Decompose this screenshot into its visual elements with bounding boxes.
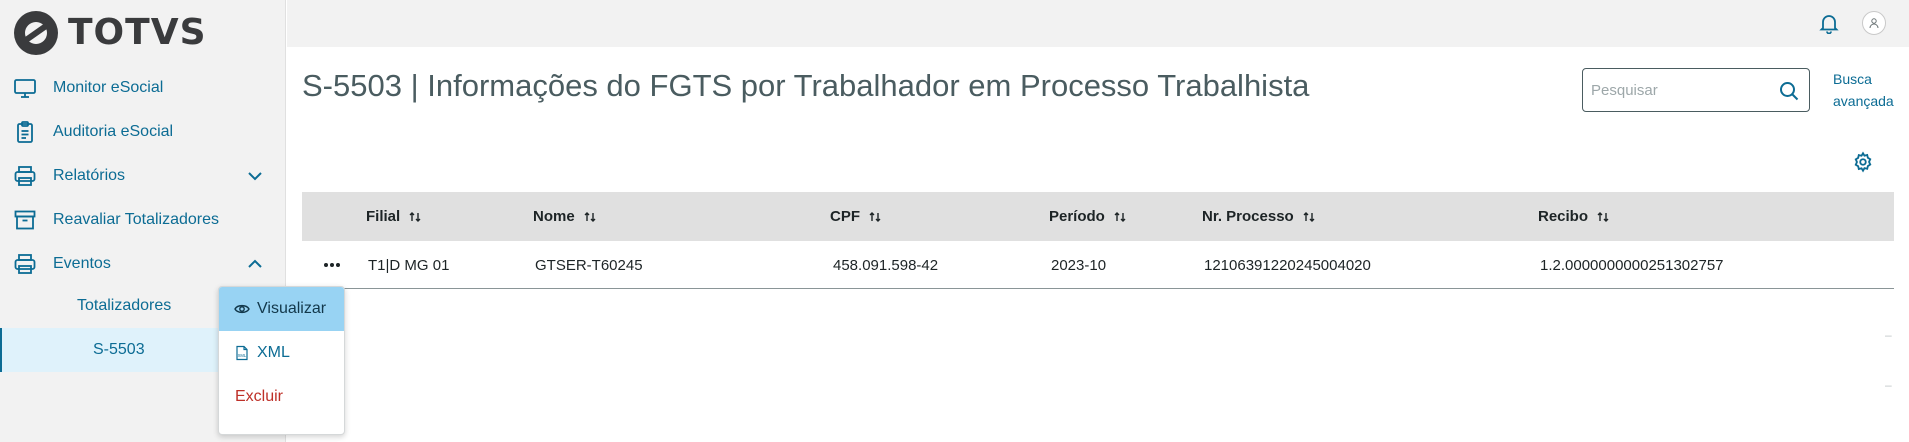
row-actions-menu: Visualizar XML XML Excluir	[218, 286, 345, 435]
column-header-nome[interactable]: Nome	[533, 192, 597, 241]
sort-icon	[1597, 211, 1609, 222]
sidebar-item-label: Relatórios	[53, 167, 126, 184]
search-input[interactable]	[1591, 79, 1771, 101]
sidebar-item-relatorios[interactable]: Relatórios	[0, 156, 286, 196]
column-header-filial[interactable]: Filial	[366, 192, 422, 241]
sidebar-item-label: Monitor eSocial	[53, 79, 164, 96]
column-header-nr-processo[interactable]: Nr. Processo	[1202, 192, 1316, 241]
column-header-periodo[interactable]: Período	[1049, 192, 1127, 241]
clipboard-icon	[17, 121, 33, 143]
printer-icon	[14, 254, 36, 274]
search-icon[interactable]	[1779, 81, 1799, 101]
sidebar-item-label: Auditoria eSocial	[53, 123, 174, 140]
sidebar-item-label: Reavaliar Totalizadores	[53, 211, 220, 228]
scroll-marker: –	[1885, 328, 1892, 342]
table-header: Filial Nome CPF Período Nr. Processo Rec…	[302, 192, 1894, 241]
brand-name: TOTVS	[68, 12, 207, 53]
advanced-search-link[interactable]: Busca avançada	[1833, 68, 1903, 112]
cell-cpf: 458.091.598-42	[833, 256, 939, 274]
sort-icon	[1303, 211, 1315, 222]
scroll-marker: –	[1885, 378, 1892, 392]
column-header-label: Filial	[366, 208, 401, 225]
chevron-up-icon	[248, 259, 262, 268]
menu-item-xml[interactable]: XML XML	[219, 331, 344, 375]
bell-icon[interactable]	[1818, 12, 1840, 34]
cell-recibo: 1.2.0000000000251302757	[1540, 256, 1724, 274]
sidebar-subitem-label: Totalizadores	[77, 297, 172, 314]
sidebar-item-eventos[interactable]: Eventos	[0, 244, 286, 284]
eye-icon	[234, 304, 250, 314]
menu-item-label: Excluir	[235, 388, 284, 405]
sidebar-item-reavaliar-totalizadores[interactable]: Reavaliar Totalizadores	[0, 200, 286, 240]
totvs-logo-icon	[14, 11, 58, 55]
search-field[interactable]	[1582, 68, 1810, 112]
advanced-search-line1: Busca	[1833, 71, 1872, 87]
printer-icon	[14, 166, 36, 186]
sidebar-item-label: Eventos	[53, 255, 111, 272]
user-icon	[1869, 18, 1879, 29]
more-horizontal-icon	[324, 263, 340, 267]
cell-nr-processo: 12106391220245004020	[1204, 256, 1371, 274]
sidebar-item-monitor-esocial[interactable]: Monitor eSocial	[0, 68, 286, 108]
column-header-label: CPF	[830, 208, 860, 225]
column-header-label: Período	[1049, 208, 1105, 225]
column-header-cpf[interactable]: CPF	[830, 192, 882, 241]
monitor-icon	[14, 79, 36, 98]
totvs-logo[interactable]: TOTVS	[12, 8, 207, 58]
xml-file-icon: XML	[236, 345, 248, 361]
menu-item-visualizar[interactable]: Visualizar	[219, 287, 344, 331]
column-header-label: Nome	[533, 208, 575, 225]
column-header-label: Nr. Processo	[1202, 208, 1294, 225]
sort-icon	[1114, 211, 1126, 222]
sidebar-subitem-label: S-5503	[93, 341, 145, 358]
menu-item-label: Visualizar	[257, 300, 327, 317]
page-title: S-5503 | Informações do FGTS por Trabalh…	[302, 68, 1310, 103]
sort-icon	[869, 211, 881, 222]
cell-filial: T1|D MG 01	[368, 256, 450, 274]
menu-item-excluir[interactable]: Excluir	[219, 375, 344, 419]
archive-icon	[14, 210, 36, 230]
advanced-search-line2: avançada	[1833, 93, 1894, 109]
gear-icon[interactable]	[1852, 151, 1874, 173]
column-header-label: Recibo	[1538, 208, 1589, 225]
sidebar-item-auditoria-esocial[interactable]: Auditoria eSocial	[0, 112, 286, 152]
row-actions-button[interactable]	[318, 253, 346, 277]
chevron-down-icon	[248, 172, 262, 181]
top-bar	[287, 0, 1909, 47]
menu-item-label: XML	[257, 344, 290, 361]
column-header-recibo[interactable]: Recibo	[1538, 192, 1610, 241]
cell-nome: GTSER-T60245	[535, 256, 643, 274]
user-avatar[interactable]	[1862, 11, 1886, 35]
svg-text:XML: XML	[238, 353, 247, 358]
cell-periodo: 2023-10	[1051, 256, 1107, 274]
table-row[interactable]: T1|D MG 01 GTSER-T60245 458.091.598-42 2…	[302, 241, 1894, 289]
sort-icon	[409, 211, 421, 222]
sort-icon	[584, 211, 596, 222]
